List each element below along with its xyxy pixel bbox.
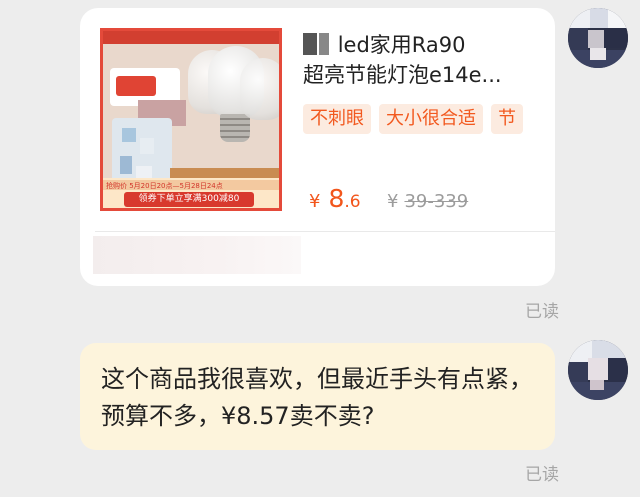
- original-price-currency: ¥: [387, 191, 399, 212]
- tag: 不刺眼: [303, 104, 371, 134]
- price-integer: 8: [328, 184, 345, 213]
- message-bubble[interactable]: 这个商品我很喜欢，但最近手头有点紧，预算不多，¥8.57卖不卖?: [80, 343, 555, 450]
- product-title-line2: 超亮节能灯泡e14e...: [303, 63, 502, 87]
- divider: [95, 231, 555, 232]
- product-title-line1: led家用Ra90: [337, 33, 466, 57]
- product-thumbnail[interactable]: 抢购价 5月20日20点—5月28日24点 领券下单立享满300减80: [100, 28, 282, 211]
- shop-info-redacted: [93, 236, 301, 274]
- read-status: 已读: [525, 302, 559, 322]
- avatar[interactable]: [568, 340, 628, 400]
- original-price: ¥39-339: [387, 191, 468, 212]
- product-card[interactable]: 抢购价 5月20日20点—5月28日24点 领券下单立享满300减80 led家…: [80, 8, 555, 286]
- price-decimal: .6: [344, 192, 361, 212]
- price-currency: ¥: [309, 191, 321, 212]
- tag: 大小很合适: [379, 104, 483, 134]
- tag: 节: [491, 104, 523, 134]
- read-status: 已读: [525, 465, 559, 485]
- avatar[interactable]: [568, 8, 628, 68]
- tag-list: 不刺眼 大小很合适节: [303, 104, 535, 136]
- product-title[interactable]: led家用Ra90 超亮节能灯泡e14e...: [303, 30, 539, 90]
- original-price-range: 39-339: [404, 191, 469, 212]
- current-price: ¥8.6: [309, 184, 361, 213]
